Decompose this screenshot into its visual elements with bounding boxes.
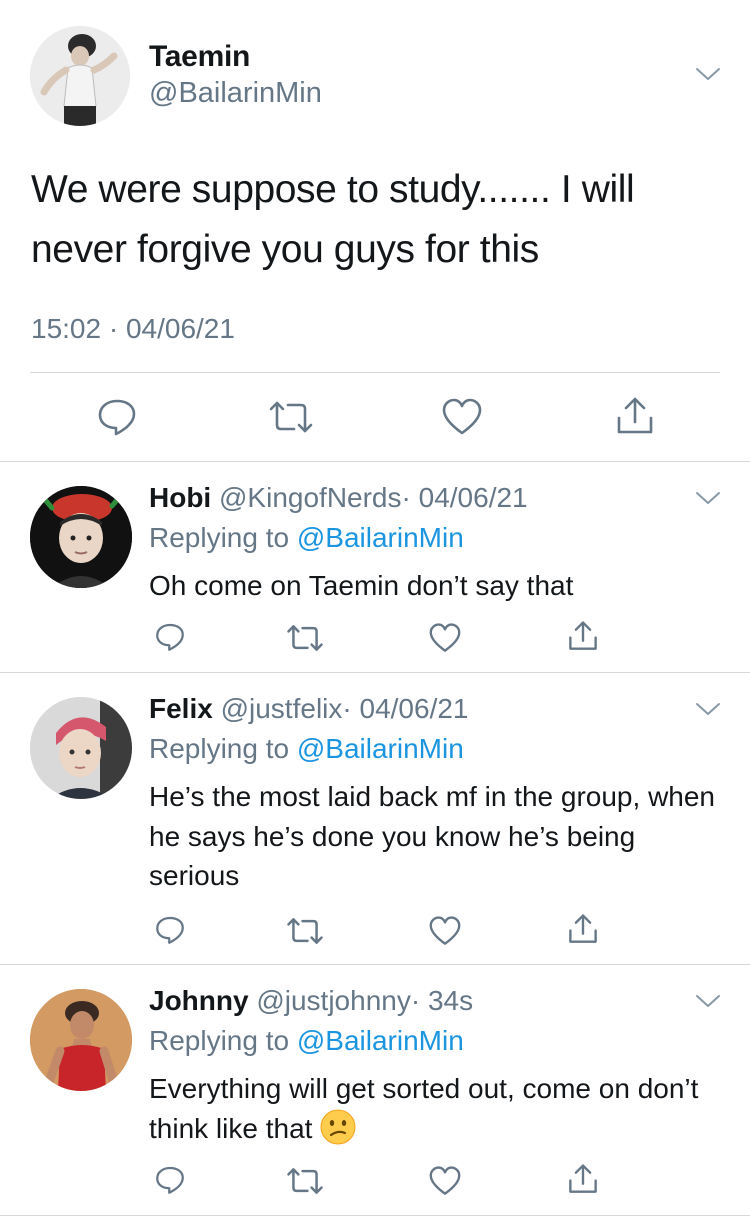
chevron-down-icon[interactable] xyxy=(695,701,721,717)
reply-icon[interactable] xyxy=(155,915,185,945)
author-name[interactable]: Hobi xyxy=(149,482,211,513)
divider xyxy=(0,1215,750,1216)
avatar[interactable] xyxy=(30,26,130,126)
replying-to-label: Replying to xyxy=(149,1025,297,1056)
chevron-down-icon[interactable] xyxy=(695,993,721,1009)
avatar[interactable] xyxy=(30,697,132,799)
replying-to: Replying to @BailarinMin xyxy=(149,522,464,554)
reply-time[interactable]: · 34s xyxy=(411,985,473,1016)
replying-to: Replying to @BailarinMin xyxy=(149,733,464,765)
retweet-icon[interactable] xyxy=(286,623,324,653)
replying-to-label: Replying to xyxy=(149,522,297,553)
author-handle[interactable]: @justjohnny xyxy=(256,985,411,1016)
author-name[interactable]: Felix xyxy=(149,693,213,724)
author-name[interactable]: Taemin xyxy=(149,40,250,74)
replying-to-label: Replying to xyxy=(149,733,297,764)
replying-to: Replying to @BailarinMin xyxy=(149,1025,464,1057)
reply-text: Oh come on Taemin don’t say that xyxy=(149,570,574,601)
reply-header: Johnny @justjohnny· 34s xyxy=(149,985,473,1017)
share-icon[interactable] xyxy=(568,620,598,652)
tweet-thread: Taemin @BailarinMin We were suppose to s… xyxy=(0,0,750,1217)
confused-face-emoji xyxy=(320,1109,356,1144)
heart-icon[interactable] xyxy=(429,623,461,653)
chevron-down-icon[interactable] xyxy=(695,66,721,82)
reply-time[interactable]: · 04/06/21 xyxy=(342,693,468,724)
heart-icon[interactable] xyxy=(442,398,482,436)
author-handle[interactable]: @BailarinMin xyxy=(149,77,322,110)
mention-link[interactable]: @BailarinMin xyxy=(297,522,464,553)
mention-link[interactable]: @BailarinMin xyxy=(297,1025,464,1056)
retweet-icon[interactable] xyxy=(286,1166,324,1196)
share-icon[interactable] xyxy=(568,1163,598,1195)
reply-time[interactable]: · 04/06/21 xyxy=(402,482,528,513)
reply-header: Felix @justfelix· 04/06/21 xyxy=(149,693,469,725)
reply-text-body: Everything will get sorted out, come on … xyxy=(149,1073,699,1144)
reply-tweet[interactable]: Hobi @KingofNerds· 04/06/21 Replying to … xyxy=(0,462,750,672)
main-tweet: Taemin @BailarinMin We were suppose to s… xyxy=(0,0,750,461)
retweet-icon[interactable] xyxy=(268,399,314,435)
reply-icon[interactable] xyxy=(155,622,185,652)
author-name[interactable]: Johnny xyxy=(149,985,249,1016)
author-handle[interactable]: @justfelix xyxy=(221,693,343,724)
reply-icon[interactable] xyxy=(97,397,137,437)
share-icon[interactable] xyxy=(568,913,598,945)
heart-icon[interactable] xyxy=(429,916,461,946)
reply-header: Hobi @KingofNerds· 04/06/21 xyxy=(149,482,528,514)
tweet-timestamp[interactable]: 15:02 · 04/06/21 xyxy=(31,313,235,345)
reply-tweet[interactable]: Johnny @justjohnny· 34s Replying to @Bai… xyxy=(0,965,750,1215)
retweet-icon[interactable] xyxy=(286,916,324,946)
tweet-text: We were suppose to study....... I will n… xyxy=(31,168,635,271)
reply-tweet[interactable]: Felix @justfelix· 04/06/21 Replying to @… xyxy=(0,673,750,964)
share-icon[interactable] xyxy=(616,396,654,436)
author-handle[interactable]: @KingofNerds xyxy=(219,482,402,513)
avatar[interactable] xyxy=(30,486,132,588)
chevron-down-icon[interactable] xyxy=(695,490,721,506)
heart-icon[interactable] xyxy=(429,1166,461,1196)
reply-text: He’s the most laid back mf in the group,… xyxy=(149,781,716,891)
reply-text: Everything will get sorted out, come on … xyxy=(149,1069,719,1148)
mention-link[interactable]: @BailarinMin xyxy=(297,733,464,764)
reply-icon[interactable] xyxy=(155,1165,185,1195)
divider xyxy=(30,372,720,373)
avatar[interactable] xyxy=(30,989,132,1091)
